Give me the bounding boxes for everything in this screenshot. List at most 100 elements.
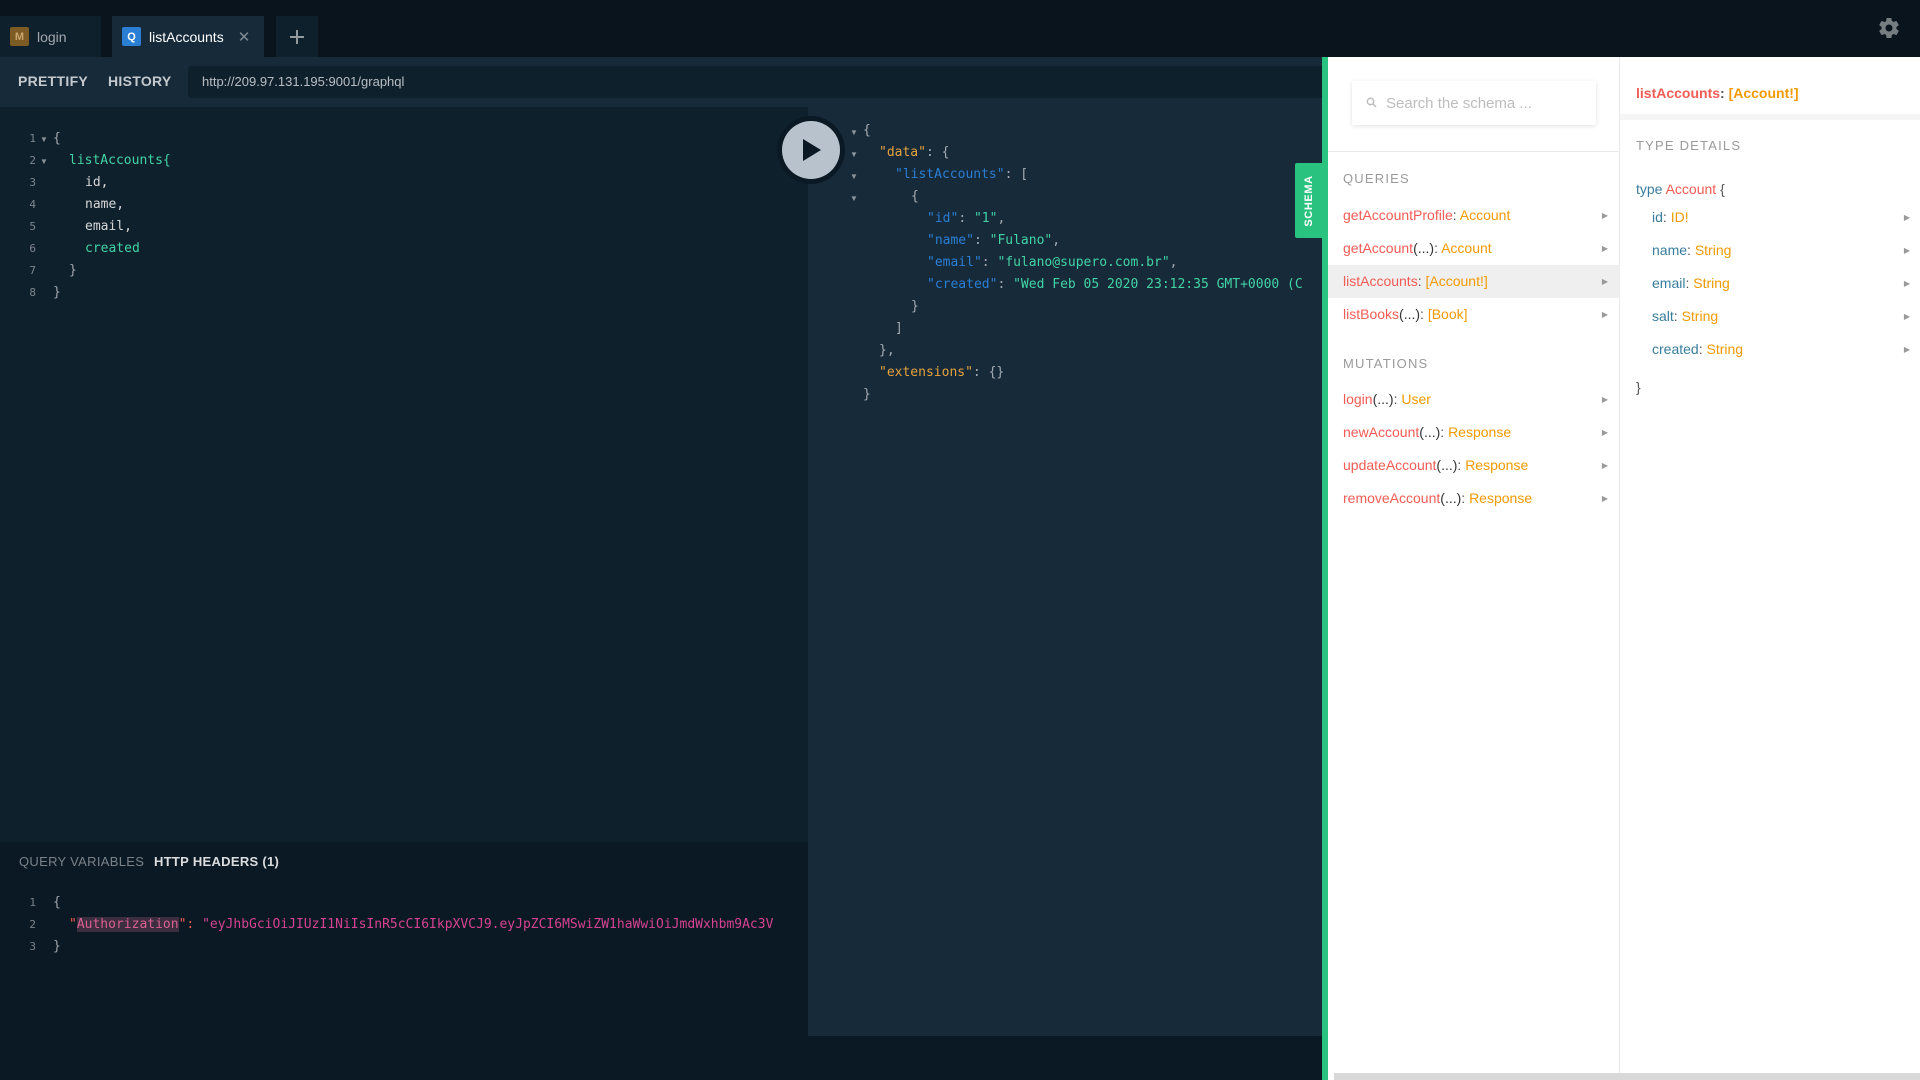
query-item-getaccount[interactable]: getAccount(...): Account ▶: [1328, 232, 1620, 265]
type-details-heading: TYPE DETAILS: [1636, 138, 1742, 153]
mutation-item-updateaccount[interactable]: updateAccount(...): Response ▶: [1328, 449, 1620, 482]
query-item-listbooks[interactable]: listBooks(...): [Book] ▶: [1328, 298, 1620, 331]
op-args: (...): [1372, 391, 1394, 407]
detail-field-type[interactable]: [Account!]: [1729, 85, 1799, 101]
header-value: "eyJhbGciOiJIUzI1NiIsInR5cCI6IkpXVCJ9.ey…: [202, 917, 774, 932]
line-number: 6: [29, 242, 36, 255]
type-detail-column: listAccounts: [Account!] TYPE DETAILS ty…: [1620, 57, 1920, 1080]
detail-colon: :: [1720, 85, 1729, 101]
tab-listaccounts[interactable]: Q listAccounts ✕: [112, 16, 264, 57]
type-field-name[interactable]: name: String ▶: [1620, 236, 1920, 264]
op-name: updateAccount: [1343, 457, 1437, 473]
op-type: Account: [1441, 240, 1492, 256]
type-keyword: type: [1636, 181, 1663, 197]
op-type: Response: [1465, 457, 1529, 473]
query-badge: Q: [122, 27, 141, 46]
settings-gear-icon[interactable]: [1877, 16, 1901, 40]
chevron-right-icon: ▶: [1601, 277, 1608, 286]
horizontal-scrollbar[interactable]: [1334, 1073, 1920, 1080]
chevron-right-icon: ▶: [1903, 312, 1910, 321]
code-line: }: [53, 285, 61, 300]
plus-icon: [290, 29, 304, 44]
op-type: Response: [1448, 424, 1512, 440]
op-type: [Book]: [1427, 306, 1468, 322]
prettify-button[interactable]: PRETTIFY: [18, 73, 88, 89]
json-value: "1": [973, 211, 998, 226]
line-number: 5: [29, 220, 36, 233]
json-key: "name": [927, 233, 974, 248]
mutation-badge: M: [10, 27, 29, 46]
fold-arrow-icon[interactable]: ▼: [850, 172, 858, 181]
type-field-created[interactable]: created: String ▶: [1620, 335, 1920, 363]
mutation-item-login[interactable]: login(...): User ▶: [1328, 383, 1620, 416]
type-field-email[interactable]: email: String ▶: [1620, 269, 1920, 297]
fold-arrow-icon[interactable]: ▼: [850, 128, 858, 137]
query-item-getaccountprofile[interactable]: getAccountProfile: Account ▶: [1328, 199, 1620, 232]
endpoint-url-input[interactable]: http://209.97.131.195:9001/graphql: [188, 66, 1322, 98]
chevron-right-icon: ▶: [1903, 345, 1910, 354]
type-closing-brace: }: [1636, 379, 1641, 395]
code-line: email,: [85, 219, 132, 234]
field-type: String: [1681, 308, 1719, 324]
json-line: ]: [895, 321, 903, 336]
history-button[interactable]: HISTORY: [108, 73, 172, 89]
json-line: "id": "1",: [927, 211, 1006, 226]
fold-arrow-icon[interactable]: ▼: [850, 194, 858, 203]
code-line: id,: [85, 175, 109, 190]
tab-query-variables[interactable]: QUERY VARIABLES: [19, 854, 144, 869]
type-field-salt[interactable]: salt: String ▶: [1620, 302, 1920, 330]
json-line: "name": "Fulano",: [927, 233, 1061, 248]
toolbar: PRETTIFY HISTORY http://209.97.131.195:9…: [0, 57, 1322, 107]
op-name: getAccountProfile: [1343, 207, 1453, 223]
chevron-right-icon: ▶: [1601, 244, 1608, 253]
field-name: email: [1652, 275, 1686, 291]
mutation-item-removeaccount[interactable]: removeAccount(...): Response ▶: [1328, 482, 1620, 515]
run-play-icon: [803, 139, 821, 161]
line-number: 8: [29, 286, 36, 299]
query-item-listaccounts[interactable]: listAccounts: [Account!] ▶: [1328, 265, 1620, 298]
tab-bar: M login Q listAccounts ✕: [0, 0, 1920, 57]
field-type: String: [1706, 341, 1744, 357]
tab-login[interactable]: M login: [0, 16, 101, 57]
add-tab-button[interactable]: [276, 16, 318, 57]
json-key: "listAccounts": [895, 167, 1005, 182]
type-declaration: type Account {: [1636, 181, 1725, 197]
code-line: }: [53, 939, 61, 954]
mutation-item-newaccount[interactable]: newAccount(...): Response ▶: [1328, 416, 1620, 449]
result-pane: ▼ ▼ ▼ ▼ { "data": { "listAccounts": [ { …: [808, 107, 1322, 1036]
variables-pane: QUERY VARIABLES HTTP HEADERS (1) 1 2 3 {…: [0, 842, 808, 1080]
json-value: "fulano@supero.com.br": [997, 255, 1170, 270]
field-type: String: [1694, 242, 1732, 258]
line-number: 2: [29, 154, 36, 167]
json-key: "extensions": [879, 365, 973, 380]
query-editor[interactable]: 1 2 3 4 5 6 7 8 ▼ ▼ { listAccounts{ id, …: [0, 107, 808, 842]
tab-label: login: [37, 28, 67, 45]
code-line: {: [53, 895, 61, 910]
op-colon: :: [1452, 207, 1460, 223]
close-icon[interactable]: ✕: [238, 28, 251, 46]
fold-arrow-icon[interactable]: ▼: [40, 135, 48, 144]
type-field-id[interactable]: id: ID! ▶: [1620, 203, 1920, 231]
fold-arrow-icon[interactable]: ▼: [40, 157, 48, 166]
op-type: Response: [1469, 490, 1533, 506]
tab-http-headers[interactable]: HTTP HEADERS (1): [154, 854, 279, 869]
run-button-face: [782, 121, 840, 179]
mutations-heading: MUTATIONS: [1343, 356, 1429, 371]
line-number: 1: [29, 896, 36, 909]
schema-docs-panel: Search the schema ... QUERIES getAccount…: [1328, 57, 1920, 1080]
op-type: [Account!]: [1425, 273, 1488, 289]
line-number: 2: [29, 918, 36, 931]
op-name: login: [1343, 391, 1373, 407]
type-name: Account: [1665, 181, 1717, 197]
json-value: "Fulano": [989, 233, 1053, 248]
chevron-right-icon: ▶: [1601, 461, 1608, 470]
schema-search-input[interactable]: Search the schema ...: [1352, 81, 1596, 125]
schema-toggle-tab[interactable]: SCHEMA: [1295, 163, 1322, 238]
code-line: created: [85, 241, 140, 256]
run-query-button[interactable]: [777, 116, 845, 184]
json-line: {: [911, 189, 919, 204]
op-colon: :: [1420, 306, 1428, 322]
op-name: newAccount: [1343, 424, 1420, 440]
header-line[interactable]: "Authorization": "eyJhbGciOiJIUzI1NiIsIn…: [69, 917, 773, 932]
fold-arrow-icon[interactable]: ▼: [850, 150, 858, 159]
